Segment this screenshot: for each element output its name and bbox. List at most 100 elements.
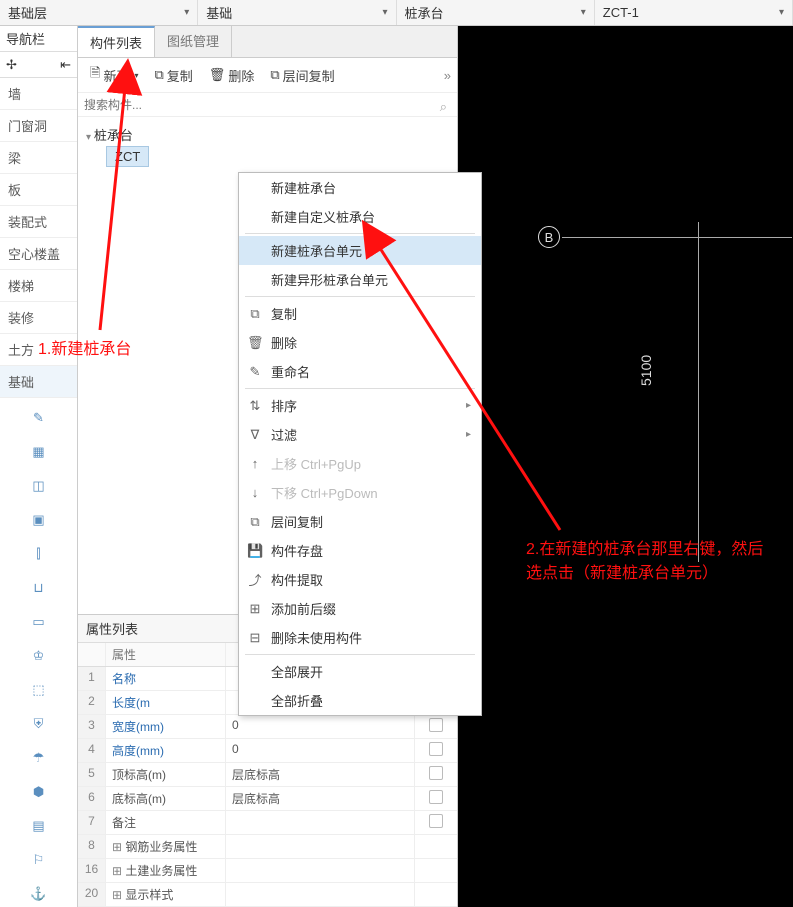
search-icon[interactable]: ⌕ [440, 99, 447, 115]
tool-icons: ✎ ▦ ◫ ▣ ⫿ ⊔ ▭ ♔ ⬚ ⛨ ☂ ⬢ ▤ ⚐ ⚓ [0, 398, 77, 907]
cm-new-custom-pile-cap[interactable]: 新建自定义桩承台 [239, 202, 481, 231]
checkbox[interactable] [429, 766, 443, 780]
cm-move-up: ↑上移 Ctrl+PgUp [239, 449, 481, 478]
nav-item-wall[interactable]: 墙 [0, 78, 77, 110]
cm-extract-component[interactable]: ⤴构件提取 [239, 565, 481, 594]
delete-button[interactable]: 🗑删除 [203, 64, 261, 87]
cm-collapse-all[interactable]: 全部折叠 [239, 686, 481, 715]
cm-rename[interactable]: ✎重命名 [239, 357, 481, 386]
nav-item-earth[interactable]: 土方 [0, 334, 77, 366]
cad-viewport[interactable]: B 5100 [458, 26, 793, 907]
tree-leaf[interactable]: ZCT [106, 146, 149, 167]
cm-delete[interactable]: 🗑删除 [239, 328, 481, 357]
context-menu: 新建桩承台 新建自定义桩承台 新建桩承台单元 新建异形桩承台单元 ⧉复制 🗑删除… [238, 172, 482, 716]
cm-copy[interactable]: ⧉复制 [239, 299, 481, 328]
checkbox[interactable] [429, 718, 443, 732]
trash-icon: 🗑 [209, 67, 226, 83]
copy-icon: ⧉ [154, 67, 163, 83]
nav-item-slab[interactable]: 板 [0, 174, 77, 206]
component-tree: 桩承台 ZCT [78, 117, 457, 173]
dropdown-floor[interactable]: 基础层▾ [0, 0, 198, 25]
new-icon: 🗎 [90, 64, 100, 86]
grid-line-vertical [698, 222, 699, 562]
copy-button[interactable]: ⧉复制 [148, 64, 198, 87]
cm-new-special-pile-cap-unit[interactable]: 新建异形桩承台单元 [239, 265, 481, 294]
column-icon[interactable]: ⫿ [27, 542, 51, 566]
cm-remove-unused[interactable]: ⊟删除未使用构件 [239, 623, 481, 652]
cm-expand-all[interactable]: 全部展开 [239, 657, 481, 686]
cm-layer-copy[interactable]: ⧉层间复制 [239, 507, 481, 536]
mesh-icon[interactable]: ▤ [27, 814, 51, 838]
checkbox[interactable] [429, 814, 443, 828]
rename-icon: ✎ [247, 364, 263, 380]
anchor-icon[interactable]: ⚓ [27, 882, 51, 906]
cm-new-pile-cap-unit[interactable]: 新建桩承台单元 [239, 236, 481, 265]
nav-item-door-window[interactable]: 门窗洞 [0, 110, 77, 142]
dropdown-instance[interactable]: ZCT-1▾ [595, 0, 793, 25]
extract-icon: ⤴ [247, 570, 263, 589]
layer-icon[interactable]: ▭ [27, 610, 51, 634]
chevron-down-icon: ▾ [382, 7, 387, 18]
stack-icon[interactable]: ⬚ [27, 678, 51, 702]
cm-sort[interactable]: ⇅排序▸ [239, 391, 481, 420]
tree-root[interactable]: 桩承台 [86, 123, 449, 146]
shield-icon[interactable]: ⛨ [27, 712, 51, 736]
property-row[interactable]: 6底标高(m)层底标高 [78, 787, 457, 811]
nav-item-decor[interactable]: 装修 [0, 302, 77, 334]
square-icon[interactable]: ▣ [27, 508, 51, 532]
tab-drawing-manage[interactable]: 图纸管理 [155, 26, 232, 57]
property-row[interactable]: 16土建业务属性 [78, 859, 457, 883]
nav-toolbar: ✢ ⇤ [0, 52, 77, 78]
nav-item-hollow[interactable]: 空心楼盖 [0, 238, 77, 270]
nav-item-beam[interactable]: 梁 [0, 142, 77, 174]
search-input[interactable] [84, 98, 451, 112]
collapse-icon[interactable]: ⇤ [60, 57, 71, 73]
search-box: ⌕ [78, 93, 457, 117]
dimension-label: 5100 [638, 355, 654, 386]
layer-copy-button[interactable]: ⧉层间复制 [264, 64, 340, 87]
prefix-icon: ⊞ [247, 601, 263, 617]
add-icon[interactable]: ✢ [6, 57, 17, 73]
tab-component-list[interactable]: 构件列表 [78, 26, 155, 57]
checkbox[interactable] [429, 790, 443, 804]
chevron-right-icon: ▸ [466, 400, 471, 411]
col-name: 属性 [106, 643, 226, 666]
nav-item-stairs[interactable]: 楼梯 [0, 270, 77, 302]
flag-icon[interactable]: ⚐ [27, 848, 51, 872]
cm-add-prefix[interactable]: ⊞添加前后缀 [239, 594, 481, 623]
checkbox[interactable] [429, 742, 443, 756]
trash-icon: 🗑 [247, 335, 263, 351]
pencil-icon[interactable]: ✎ [27, 406, 51, 430]
dropdown-category[interactable]: 基础▾ [198, 0, 396, 25]
nav-item-foundation[interactable]: 基础 [0, 366, 77, 398]
grid-line-horizontal [562, 237, 792, 238]
crown-icon[interactable]: ♔ [27, 644, 51, 668]
property-row[interactable]: 20显示样式 [78, 883, 457, 907]
cm-save-component[interactable]: 💾构件存盘 [239, 536, 481, 565]
property-row[interactable]: 5顶标高(m)层底标高 [78, 763, 457, 787]
box-icon[interactable]: ◫ [27, 474, 51, 498]
cm-filter[interactable]: ∇过滤▸ [239, 420, 481, 449]
nav-item-prefab[interactable]: 装配式 [0, 206, 77, 238]
save-icon: 💾 [247, 543, 263, 559]
property-row[interactable]: 4高度(mm)0 [78, 739, 457, 763]
down-icon: ↓ [247, 485, 263, 500]
cup-icon[interactable]: ⊔ [27, 576, 51, 600]
property-row[interactable]: 8钢筋业务属性 [78, 835, 457, 859]
property-row[interactable]: 3宽度(mm)0 [78, 715, 457, 739]
filter-icon: ∇ [247, 427, 263, 443]
cylinder-icon[interactable]: ⬢ [27, 780, 51, 804]
layer-copy-icon: ⧉ [247, 514, 263, 530]
grid-icon[interactable]: ▦ [27, 440, 51, 464]
top-dropdown-bar: 基础层▾ 基础▾ 桩承台▾ ZCT-1▾ [0, 0, 793, 26]
cm-new-pile-cap[interactable]: 新建桩承台 [239, 173, 481, 202]
more-button[interactable]: » [444, 68, 451, 83]
layer-copy-icon: ⧉ [270, 67, 279, 83]
property-row[interactable]: 7备注 [78, 811, 457, 835]
sort-icon: ⇅ [247, 398, 263, 414]
chevron-right-icon: ▸ [466, 429, 471, 440]
chevron-down-icon: ▾ [184, 7, 189, 18]
dropdown-type[interactable]: 桩承台▾ [397, 0, 595, 25]
umbrella-icon[interactable]: ☂ [27, 746, 51, 770]
new-button[interactable]: 🗎新建▾ [84, 62, 144, 88]
